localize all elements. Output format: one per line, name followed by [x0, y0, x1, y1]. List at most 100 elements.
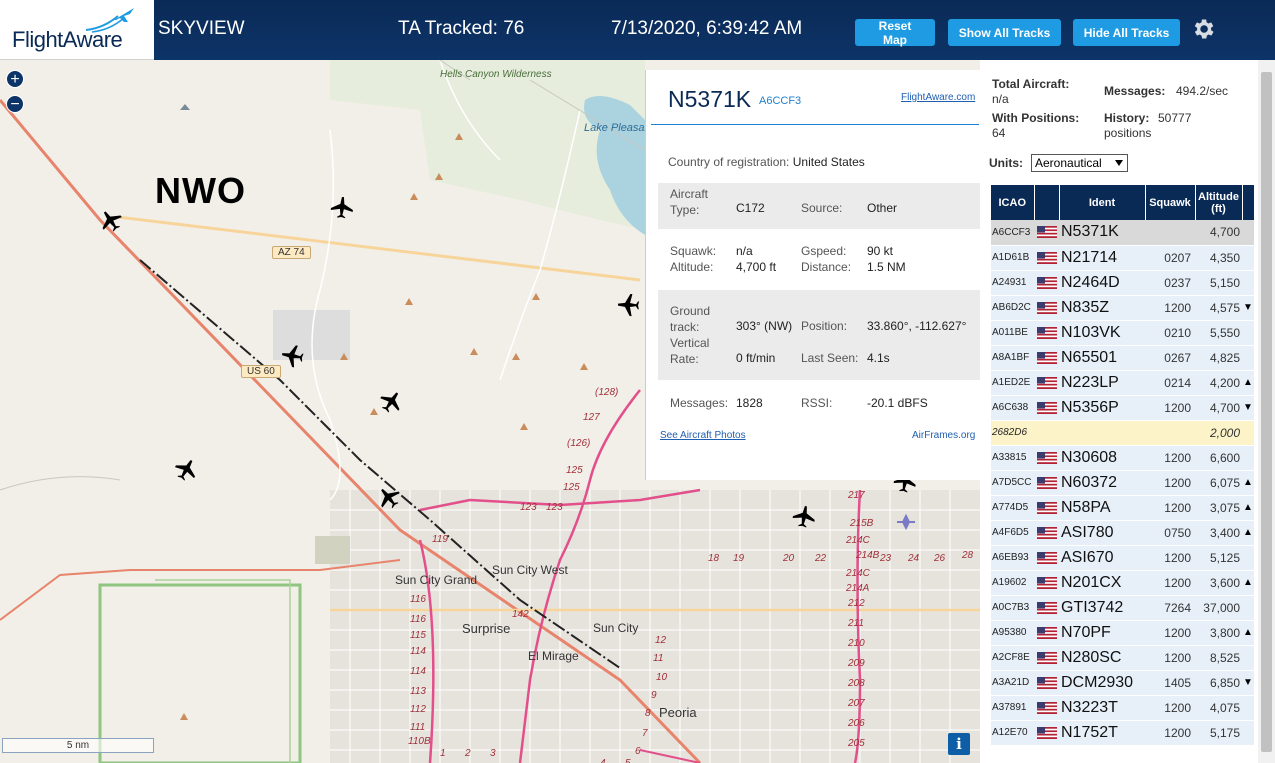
us-flag-icon — [1036, 676, 1057, 689]
type-block: Aircraft Type: C172 Source: Other — [658, 183, 980, 229]
route-number-label: 22 — [815, 553, 827, 564]
table-row[interactable]: A6C638 N5356P 1200 4,700 ▼ — [991, 395, 1254, 421]
top-header: FlightAware SKYVIEW TA Tracked: 76 7/13/… — [0, 0, 1275, 60]
table-row[interactable]: A8A1BF N65501 0267 4,825 — [991, 345, 1254, 371]
messages-rate-label: Messages: — [1104, 84, 1166, 98]
col-header-altitude[interactable]: Altitude (ft) — [1195, 185, 1243, 220]
aircraft-icon[interactable] — [617, 293, 641, 317]
see-aircraft-photos-link[interactable]: See Aircraft Photos — [660, 430, 746, 441]
ground-track-label: Ground track: — [670, 304, 711, 334]
col-header-flag[interactable] — [1034, 185, 1060, 220]
scrollbar-thumb[interactable] — [1261, 72, 1272, 752]
show-all-tracks-button[interactable]: Show All Tracks — [948, 19, 1061, 46]
row-altitude: 5,150 — [1195, 270, 1242, 296]
sidebar-scrollbar[interactable] — [1258, 60, 1275, 763]
units-select[interactable]: Aeronautical — [1031, 154, 1128, 172]
road-shield-us-60: US 60 — [241, 365, 281, 378]
table-row[interactable]: AB6D2C N835Z 1200 4,575 ▼ — [991, 295, 1254, 321]
route-number-label: 123 — [546, 502, 563, 513]
row-altitude-trend — [1242, 320, 1254, 346]
route-number-label: 205 — [848, 738, 865, 749]
table-row[interactable]: A011BE N103VK 0210 5,550 — [991, 320, 1254, 346]
flightaware-logo[interactable]: FlightAware — [0, 0, 154, 60]
aircraft-icon[interactable] — [174, 458, 198, 482]
table-row[interactable]: A3A21D DCM2930 1405 6,850 ▼ — [991, 670, 1254, 696]
map-scale-bar: 5 nm — [2, 738, 154, 753]
us-flag-icon — [1036, 701, 1057, 714]
row-icao: 2682D6 — [991, 420, 1034, 446]
route-number-label: 5 — [625, 758, 631, 763]
row-flag — [1034, 345, 1059, 371]
table-row[interactable]: A33815 N30608 1200 6,600 — [991, 445, 1254, 471]
table-row[interactable]: A2CF8E N280SC 1200 8,525 — [991, 645, 1254, 671]
table-row[interactable]: A1ED2E N223LP 0214 4,200 ▲ — [991, 370, 1254, 396]
aircraft-icon[interactable] — [99, 209, 123, 233]
gear-icon[interactable] — [1190, 16, 1216, 42]
hide-all-tracks-button[interactable]: Hide All Tracks — [1073, 19, 1180, 46]
col-header-icao[interactable]: ICAO — [991, 185, 1035, 220]
table-row[interactable]: A774D5 N58PA 1200 3,075 ▲ — [991, 495, 1254, 521]
place-label-sun-city-grand: Sun City Grand — [395, 573, 478, 587]
flightaware-link[interactable]: FlightAware.com — [901, 92, 975, 103]
table-row[interactable]: 2682D6 2,000 — [991, 420, 1254, 446]
aircraft-icon[interactable] — [330, 196, 354, 220]
zoom-out-button[interactable]: − — [6, 95, 24, 113]
reset-map-button[interactable]: Reset Map — [855, 19, 935, 47]
row-flag — [1034, 470, 1059, 496]
source-label: Source: — [801, 201, 843, 215]
col-header-trend — [1242, 185, 1254, 220]
country-label: Country of registration: — [668, 155, 790, 169]
aircraft-icon[interactable] — [281, 344, 305, 368]
route-number-label: 8 — [645, 708, 651, 719]
row-flag — [1034, 420, 1059, 446]
row-squawk — [1145, 420, 1195, 446]
row-altitude-trend — [1242, 345, 1254, 371]
row-squawk: 7264 — [1145, 595, 1195, 621]
aircraft-icon[interactable] — [379, 390, 403, 414]
row-squawk: 0207 — [1145, 245, 1195, 271]
us-flag-icon — [1036, 451, 1057, 464]
zoom-in-button[interactable]: + — [6, 70, 24, 88]
app-name: SKYVIEW — [158, 18, 245, 39]
row-altitude-trend: ▼ — [1242, 295, 1254, 321]
current-datetime: 7/13/2020, 6:39:42 AM — [611, 18, 803, 39]
table-row[interactable]: A19602 N201CX 1200 3,600 ▲ — [991, 570, 1254, 596]
table-header-row: ICAO Ident Squawk Altitude (ft) — [991, 185, 1254, 220]
row-altitude: 4,825 — [1195, 345, 1242, 371]
table-row[interactable]: A1D61B N21714 0207 4,350 — [991, 245, 1254, 271]
table-row[interactable]: A12E70 N1752T 1200 5,175 — [991, 720, 1254, 746]
ta-tracked-count: TA Tracked: 76 — [398, 18, 525, 39]
table-row[interactable]: A95380 N70PF 1200 3,800 ▲ — [991, 620, 1254, 646]
with-positions-value: 64 — [992, 126, 1006, 140]
us-flag-icon — [1036, 226, 1057, 239]
table-row[interactable]: A4F6D5 ASI780 0750 3,400 ▲ — [991, 520, 1254, 546]
row-squawk: 0267 — [1145, 345, 1195, 371]
row-altitude: 5,175 — [1195, 720, 1242, 746]
table-row[interactable]: A7D5CC N60372 1200 6,075 ▲ — [991, 470, 1254, 496]
map-info-button[interactable]: i — [948, 733, 970, 755]
col-header-squawk[interactable]: Squawk — [1145, 185, 1196, 220]
table-row[interactable]: A37891 N3223T 1200 4,075 — [991, 695, 1254, 721]
route-number-label: 112 — [410, 704, 426, 715]
row-altitude: 6,600 — [1195, 445, 1242, 471]
row-flag — [1034, 670, 1059, 696]
table-row[interactable]: A0C7B3 GTI3742 7264 37,000 — [991, 595, 1254, 621]
aircraft-icon[interactable] — [792, 505, 816, 529]
road-shield-az-74: AZ 74 — [272, 246, 311, 259]
aircraft-type-value: C172 — [736, 201, 765, 215]
table-row[interactable]: A24931 N2464D 0237 5,150 — [991, 270, 1254, 296]
place-label-sun-city: Sun City — [593, 621, 639, 635]
route-number-label: 4 — [600, 758, 606, 763]
col-header-ident[interactable]: Ident — [1059, 185, 1146, 220]
source-value: Other — [867, 201, 898, 215]
aircraft-type-label: Aircraft Type: — [670, 187, 709, 217]
airframes-link[interactable]: AirFrames.org — [912, 430, 975, 441]
table-row[interactable]: A6EB93 ASI670 1200 5,125 — [991, 545, 1254, 571]
route-number-label: 18 — [708, 553, 720, 564]
row-altitude-trend — [1242, 720, 1254, 746]
aircraft-icon[interactable] — [377, 486, 401, 510]
row-icao: A4F6D5 — [991, 520, 1034, 546]
table-row[interactable]: A6CCF3 N5371K 4,700 — [991, 220, 1254, 246]
aircraft-table-body: A6CCF3 N5371K 4,700 A1D61B N21714 0207 4,350 A2… — [991, 220, 1254, 746]
row-altitude: 4,350 — [1195, 245, 1242, 271]
